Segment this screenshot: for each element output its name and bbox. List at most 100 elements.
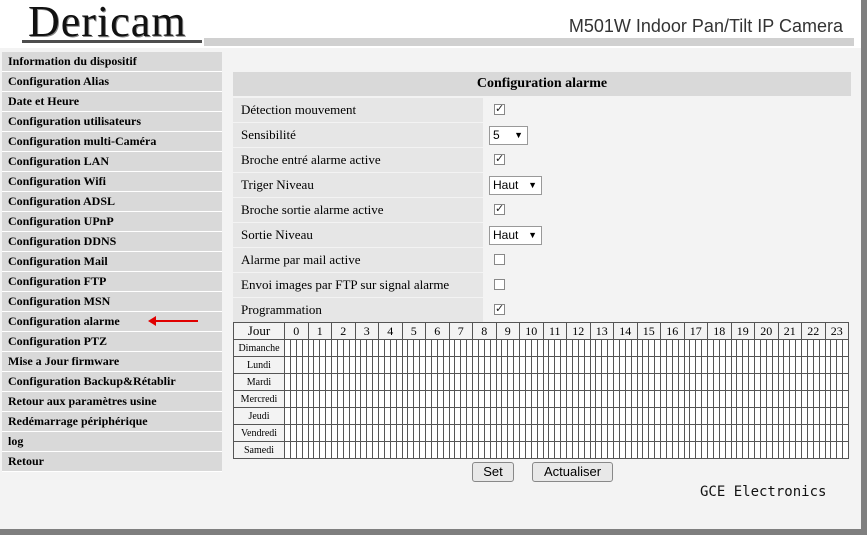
- select-dropdown[interactable]: 5 ▼: [489, 126, 528, 145]
- hour-header: 0: [284, 322, 309, 340]
- schedule-slot[interactable]: [842, 441, 849, 459]
- setting-value: [483, 273, 851, 298]
- chevron-down-icon: ▼: [528, 230, 537, 240]
- sidebar-item[interactable]: Configuration Alias: [2, 72, 222, 92]
- day-label: Vendredi: [233, 424, 285, 442]
- checkbox[interactable]: [494, 254, 505, 265]
- day-label: Samedi: [233, 441, 285, 459]
- setting-row: Sensibilité 5 ▼: [233, 123, 851, 148]
- select-value: Haut: [493, 228, 519, 242]
- hour-header: 1: [307, 322, 332, 340]
- sidebar-item[interactable]: Configuration Backup&Rétablir: [2, 372, 222, 392]
- sidebar-item[interactable]: Configuration PTZ: [2, 332, 222, 352]
- checkbox[interactable]: [494, 302, 505, 315]
- setting-row: Broche entré alarme active: [233, 148, 851, 173]
- setting-label: Détection mouvement: [233, 98, 483, 123]
- setting-row: Sortie Niveau Haut ▼: [233, 223, 851, 248]
- settings-rows: Détection mouvementSensibilité5▼Broche e…: [233, 98, 851, 323]
- setting-value: [483, 248, 851, 273]
- sidebar-item[interactable]: Configuration MSN: [2, 292, 222, 312]
- setting-label: Triger Niveau: [233, 173, 483, 198]
- refresh-button[interactable]: Actualiser: [532, 462, 613, 482]
- camera-model: M501W Indoor Pan/Tilt IP Camera: [568, 16, 843, 36]
- setting-label: Programmation: [233, 298, 483, 323]
- sidebar-item[interactable]: Date et Heure: [2, 92, 222, 112]
- hour-header: 9: [495, 322, 520, 340]
- day-label: Mardi: [233, 373, 285, 391]
- schedule-slot[interactable]: [842, 390, 849, 408]
- setting-row: Alarme par mail active: [233, 248, 851, 273]
- sidebar-item[interactable]: Configuration LAN: [2, 152, 222, 172]
- chevron-down-icon: ▼: [514, 130, 523, 140]
- setting-label: Broche sortie alarme active: [233, 198, 483, 223]
- hour-header: 2: [331, 322, 356, 340]
- hour-header: 23: [824, 322, 849, 340]
- sidebar-item[interactable]: Configuration DDNS: [2, 232, 222, 252]
- select-dropdown[interactable]: Haut ▼: [489, 226, 542, 245]
- hour-header: 17: [683, 322, 708, 340]
- checkbox[interactable]: [494, 152, 505, 165]
- schedule-row: Samedi: [233, 441, 849, 459]
- sidebar-menu: Information du dispositif Configuration A…: [2, 52, 222, 472]
- logo-underline: [22, 40, 202, 43]
- hour-header: 3: [354, 322, 379, 340]
- checkbox[interactable]: [494, 202, 505, 215]
- chevron-down-icon: ▼: [528, 180, 537, 190]
- day-label: Dimanche: [233, 339, 285, 357]
- setting-value: Haut ▼: [483, 173, 851, 198]
- schedule-slot[interactable]: [842, 373, 849, 391]
- sidebar-item[interactable]: Retour: [2, 452, 222, 472]
- setting-label: Envoi images par FTP sur signal alarme: [233, 273, 483, 298]
- day-label: Mercredi: [233, 390, 285, 408]
- sidebar-item[interactable]: Retour aux paramètres usine: [2, 392, 222, 412]
- hour-header: 20: [754, 322, 779, 340]
- schedule-slot[interactable]: [842, 356, 849, 374]
- sidebar-item[interactable]: Configuration FTP: [2, 272, 222, 292]
- sidebar-item[interactable]: Configuration Mail: [2, 252, 222, 272]
- red-arrow-icon: [148, 316, 198, 326]
- setting-value: [483, 98, 851, 123]
- setting-label: Alarme par mail active: [233, 248, 483, 273]
- hour-header: 4: [378, 322, 403, 340]
- set-button[interactable]: Set: [472, 462, 514, 482]
- setting-value: [483, 198, 851, 223]
- setting-row: Détection mouvement: [233, 98, 851, 123]
- schedule-header: Jour: [233, 322, 285, 340]
- schedule-row: Lundi: [233, 356, 849, 374]
- hour-header: 8: [472, 322, 497, 340]
- sidebar-item[interactable]: Redémarrage périphérique: [2, 412, 222, 432]
- schedule-row: Mercredi: [233, 390, 849, 408]
- setting-label: Broche entré alarme active: [233, 148, 483, 173]
- hour-header: 12: [566, 322, 591, 340]
- hour-header: 13: [589, 322, 614, 340]
- frame-border-bottom: [0, 529, 867, 535]
- schedule-slot[interactable]: [842, 424, 849, 442]
- setting-row: Broche sortie alarme active: [233, 198, 851, 223]
- schedule-grid: Jour 0 1 2 3 4 5 6 7 8 9 10 11 12 13 14 15 16 17 18 19 20 21 22…: [233, 322, 849, 459]
- sidebar-item[interactable]: Configuration multi-Caméra: [2, 132, 222, 152]
- select-dropdown[interactable]: Haut ▼: [489, 176, 542, 195]
- hour-header: 10: [519, 322, 544, 340]
- hour-header: 18: [707, 322, 732, 340]
- setting-row: Envoi images par FTP sur signal alarme: [233, 273, 851, 298]
- checkbox[interactable]: [494, 279, 505, 290]
- sidebar-item[interactable]: Configuration UPnP: [2, 212, 222, 232]
- header-bar: [204, 38, 854, 46]
- schedule-slot[interactable]: [842, 407, 849, 425]
- checkbox[interactable]: [494, 102, 505, 115]
- hour-header: 21: [777, 322, 802, 340]
- sidebar-item[interactable]: Configuration ADSL: [2, 192, 222, 212]
- setting-value: [483, 148, 851, 173]
- sidebar-item[interactable]: log: [2, 432, 222, 452]
- frame-border-right: [861, 0, 867, 535]
- alarm-config-panel: Configuration alarme Détection mouvement…: [233, 72, 851, 323]
- hour-header: 6: [425, 322, 450, 340]
- schedule-slot[interactable]: [842, 339, 849, 357]
- sidebar-item[interactable]: Information du dispositif: [2, 52, 222, 72]
- sidebar-item[interactable]: Mise a Jour firmware: [2, 352, 222, 372]
- setting-value: 5 ▼: [483, 123, 851, 148]
- setting-label: Sortie Niveau: [233, 223, 483, 248]
- sidebar-item[interactable]: Configuration Wifi: [2, 172, 222, 192]
- sidebar-item[interactable]: Configuration utilisateurs: [2, 112, 222, 132]
- sidebar-item[interactable]: Configuration alarme: [2, 312, 222, 332]
